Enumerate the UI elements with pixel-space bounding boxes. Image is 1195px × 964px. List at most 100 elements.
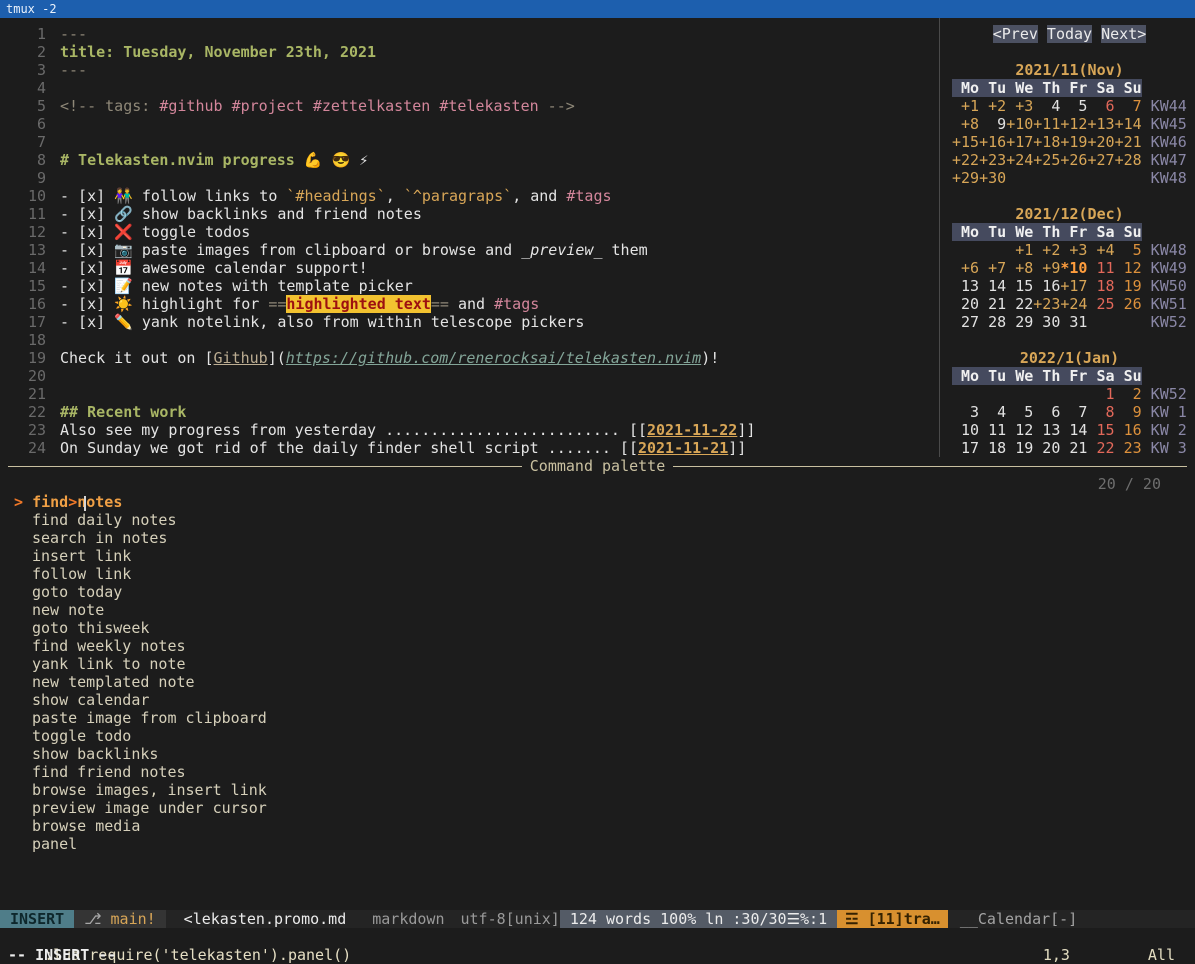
editor-line[interactable]: 9 <box>6 169 939 187</box>
palette-item[interactable]: toggle todo <box>0 727 1195 745</box>
palette-item[interactable]: paste image from clipboard <box>0 709 1195 727</box>
calendar-day[interactable]: 7 <box>1115 97 1142 115</box>
calendar-day[interactable]: +8 <box>952 115 979 133</box>
editor-line[interactable]: 24On Sunday we got rid of the daily find… <box>6 439 939 457</box>
palette-item[interactable]: search in notes <box>0 529 1195 547</box>
calendar-day[interactable]: +27 <box>1087 151 1114 169</box>
calendar-day[interactable]: 15 <box>1006 277 1033 295</box>
editor-line[interactable]: 4 <box>6 79 939 97</box>
calendar-day[interactable]: 5 <box>1006 403 1033 421</box>
calendar-day[interactable]: +16 <box>979 133 1006 151</box>
calendar-day[interactable]: +6 <box>952 259 979 277</box>
calendar-day[interactable]: +23 <box>979 151 1006 169</box>
calendar-day[interactable]: +15 <box>952 133 979 151</box>
calendar-day[interactable]: 17 <box>952 439 979 457</box>
calendar-day[interactable]: +7 <box>979 259 1006 277</box>
calendar-day[interactable]: +14 <box>1115 115 1142 133</box>
calendar-day[interactable]: +4 <box>1087 241 1114 259</box>
palette-item[interactable]: preview image under cursor <box>0 799 1195 817</box>
calendar-day[interactable]: 4 <box>979 403 1006 421</box>
palette-item[interactable]: new note <box>0 601 1195 619</box>
palette-prompt-input[interactable]: > 20 / 20 <box>0 475 1195 493</box>
calendar-day[interactable]: +11 <box>1033 115 1060 133</box>
palette-item[interactable]: follow link <box>0 565 1195 583</box>
editor-line[interactable]: 8# Telekasten.nvim progress 💪 😎 ⚡ <box>6 151 939 169</box>
calendar-day[interactable]: +3 <box>1060 241 1087 259</box>
calendar-day[interactable]: 21 <box>1060 439 1087 457</box>
calendar-day[interactable]: +18 <box>1033 133 1060 151</box>
calendar-day[interactable]: 27 <box>952 313 979 331</box>
calendar-day[interactable]: 19 <box>1006 439 1033 457</box>
editor-line[interactable]: 3--- <box>6 61 939 79</box>
calendar-prev-button[interactable]: <Prev <box>993 25 1038 43</box>
calendar-day[interactable]: 7 <box>1060 403 1087 421</box>
calendar-day[interactable]: 4 <box>1033 97 1060 115</box>
calendar-next-button[interactable]: Next> <box>1101 25 1146 43</box>
editor-line[interactable]: 10- [x] 👫 follow links to `#headings`, `… <box>6 187 939 205</box>
calendar-day[interactable]: 13 <box>952 277 979 295</box>
editor-line[interactable]: 22## Recent work <box>6 403 939 421</box>
calendar-day[interactable]: +3 <box>1006 97 1033 115</box>
palette-item[interactable]: show backlinks <box>0 745 1195 763</box>
calendar-day[interactable]: +24 <box>1060 295 1087 313</box>
editor-line[interactable]: 14- [x] 📅 awesome calendar support! <box>6 259 939 277</box>
calendar-day[interactable]: 13 <box>1033 421 1060 439</box>
palette-item[interactable]: panel <box>0 835 1195 853</box>
calendar-day[interactable]: 14 <box>1060 421 1087 439</box>
calendar-day[interactable]: 9 <box>979 115 1006 133</box>
calendar-day[interactable]: +28 <box>1115 151 1142 169</box>
calendar-day[interactable]: 6 <box>1087 97 1114 115</box>
calendar-day[interactable]: 26 <box>1115 295 1142 313</box>
palette-item[interactable]: new templated note <box>0 673 1195 691</box>
calendar-day[interactable]: 12 <box>1115 259 1142 277</box>
calendar-day[interactable]: +23 <box>1033 295 1060 313</box>
calendar-day[interactable]: 16 <box>1033 277 1060 295</box>
palette-item[interactable]: find daily notes <box>0 511 1195 529</box>
calendar-day[interactable]: 25 <box>1087 295 1114 313</box>
calendar-day[interactable]: 5 <box>1115 241 1142 259</box>
editor-line[interactable]: 6 <box>6 115 939 133</box>
editor-line[interactable]: 2title: Tuesday, November 23th, 2021 <box>6 43 939 61</box>
editor-window[interactable]: 1---2title: Tuesday, November 23th, 2021… <box>0 18 939 457</box>
editor-line[interactable]: 1--- <box>6 25 939 43</box>
calendar-day[interactable]: +10 <box>1006 115 1033 133</box>
calendar-day[interactable]: +1 <box>1006 241 1033 259</box>
calendar-day[interactable]: 1 <box>1087 385 1114 403</box>
calendar-day[interactable]: *10 <box>1060 259 1087 277</box>
palette-item[interactable]: goto thisweek <box>0 619 1195 637</box>
calendar-day[interactable]: +21 <box>1115 133 1142 151</box>
editor-line[interactable]: 7 <box>6 133 939 151</box>
calendar-day[interactable]: 14 <box>979 277 1006 295</box>
editor-line[interactable]: 21 <box>6 385 939 403</box>
editor-line[interactable]: 13- [x] 📷 paste images from clipboard or… <box>6 241 939 259</box>
calendar-day[interactable]: +19 <box>1060 133 1087 151</box>
calendar-day[interactable]: 2 <box>1115 385 1142 403</box>
calendar-day[interactable]: +30 <box>979 169 1006 187</box>
palette-item[interactable]: browse images, insert link <box>0 781 1195 799</box>
calendar-day[interactable]: 28 <box>979 313 1006 331</box>
calendar-day[interactable]: 29 <box>1006 313 1033 331</box>
palette-item[interactable]: goto today <box>0 583 1195 601</box>
calendar-window[interactable]: <Prev Today Next> 2021/11(Nov) Mo Tu We … <box>939 18 1195 457</box>
calendar-day[interactable]: +12 <box>1060 115 1087 133</box>
calendar-day[interactable]: 21 <box>979 295 1006 313</box>
calendar-day[interactable]: 3 <box>952 403 979 421</box>
palette-item[interactable]: find weekly notes <box>0 637 1195 655</box>
calendar-day[interactable]: 11 <box>979 421 1006 439</box>
calendar-day[interactable]: +24 <box>1006 151 1033 169</box>
calendar-day[interactable]: 12 <box>1006 421 1033 439</box>
calendar-day[interactable]: +29 <box>952 169 979 187</box>
calendar-day[interactable]: 11 <box>1087 259 1114 277</box>
calendar-day[interactable]: 20 <box>1033 439 1060 457</box>
editor-line[interactable]: 12- [x] ❌ toggle todos <box>6 223 939 241</box>
calendar-day[interactable]: 19 <box>1115 277 1142 295</box>
calendar-day[interactable]: +13 <box>1087 115 1114 133</box>
calendar-day[interactable]: 23 <box>1115 439 1142 457</box>
palette-item-selected[interactable]: > find notes <box>0 493 1195 511</box>
calendar-day[interactable]: 30 <box>1033 313 1060 331</box>
calendar-day[interactable]: 18 <box>1087 277 1114 295</box>
calendar-day[interactable]: 10 <box>952 421 979 439</box>
calendar-day[interactable]: +9 <box>1033 259 1060 277</box>
calendar-day[interactable]: 5 <box>1060 97 1087 115</box>
calendar-day[interactable]: +20 <box>1087 133 1114 151</box>
